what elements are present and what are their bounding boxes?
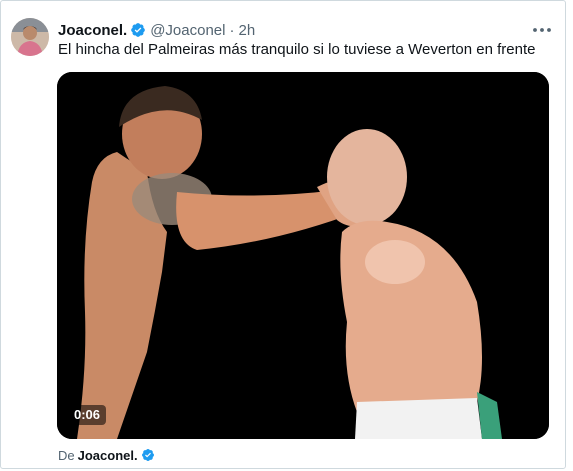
more-options-button[interactable] xyxy=(530,20,554,40)
header-separator: · xyxy=(229,21,235,39)
verified-badge-icon[interactable] xyxy=(130,22,146,38)
user-avatar[interactable] xyxy=(11,18,49,56)
verified-badge-icon xyxy=(141,449,154,461)
attribution-prefix: De xyxy=(58,447,75,463)
avatar-image xyxy=(11,18,49,56)
video-thumbnail xyxy=(57,72,549,439)
tweet-header: Joaconel. @Joaconel · 2h xyxy=(58,20,255,40)
tweet-timestamp[interactable]: 2h xyxy=(238,22,255,39)
more-horizontal-icon xyxy=(533,28,551,32)
attribution-name[interactable]: Joaconel. xyxy=(78,448,138,463)
media-attribution: De Joaconel. xyxy=(58,446,155,464)
video-player[interactable]: 0:06 xyxy=(57,72,549,439)
video-duration: 0:06 xyxy=(68,405,107,425)
author-display-name[interactable]: Joaconel. xyxy=(58,22,127,39)
author-handle[interactable]: @Joaconel xyxy=(150,22,225,39)
tweet-text: El hincha del Palmeiras más tranquilo si… xyxy=(58,41,536,58)
